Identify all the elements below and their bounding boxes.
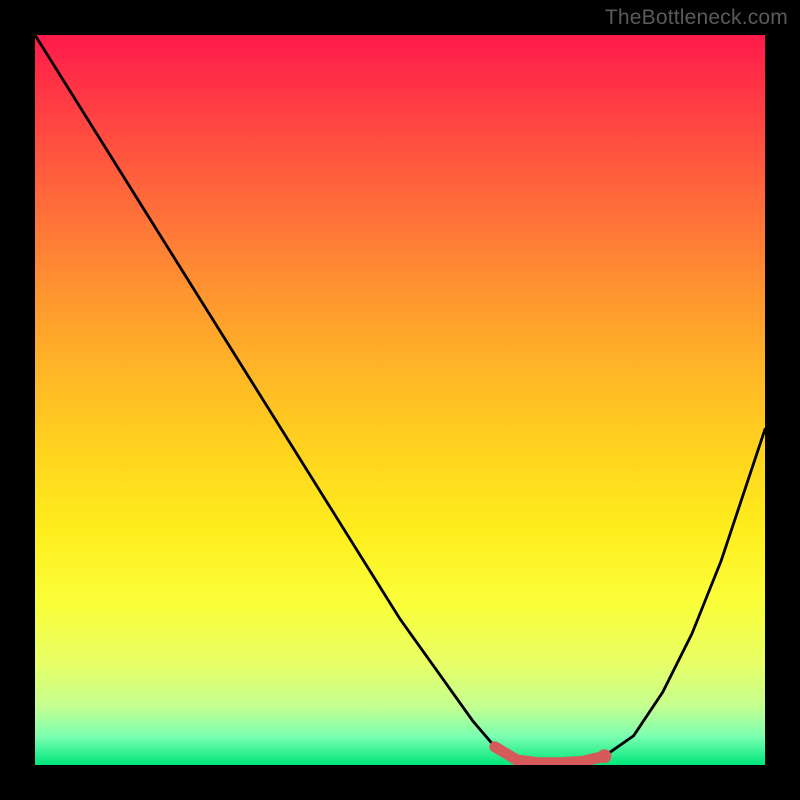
highlight-segment bbox=[495, 747, 605, 763]
chart-frame: TheBottleneck.com bbox=[0, 0, 800, 800]
highlight-marker bbox=[597, 749, 611, 763]
watermark-text: TheBottleneck.com bbox=[605, 6, 788, 30]
curve-layer bbox=[35, 35, 765, 765]
bottleneck-curve bbox=[35, 35, 765, 763]
plot-area bbox=[35, 35, 765, 765]
